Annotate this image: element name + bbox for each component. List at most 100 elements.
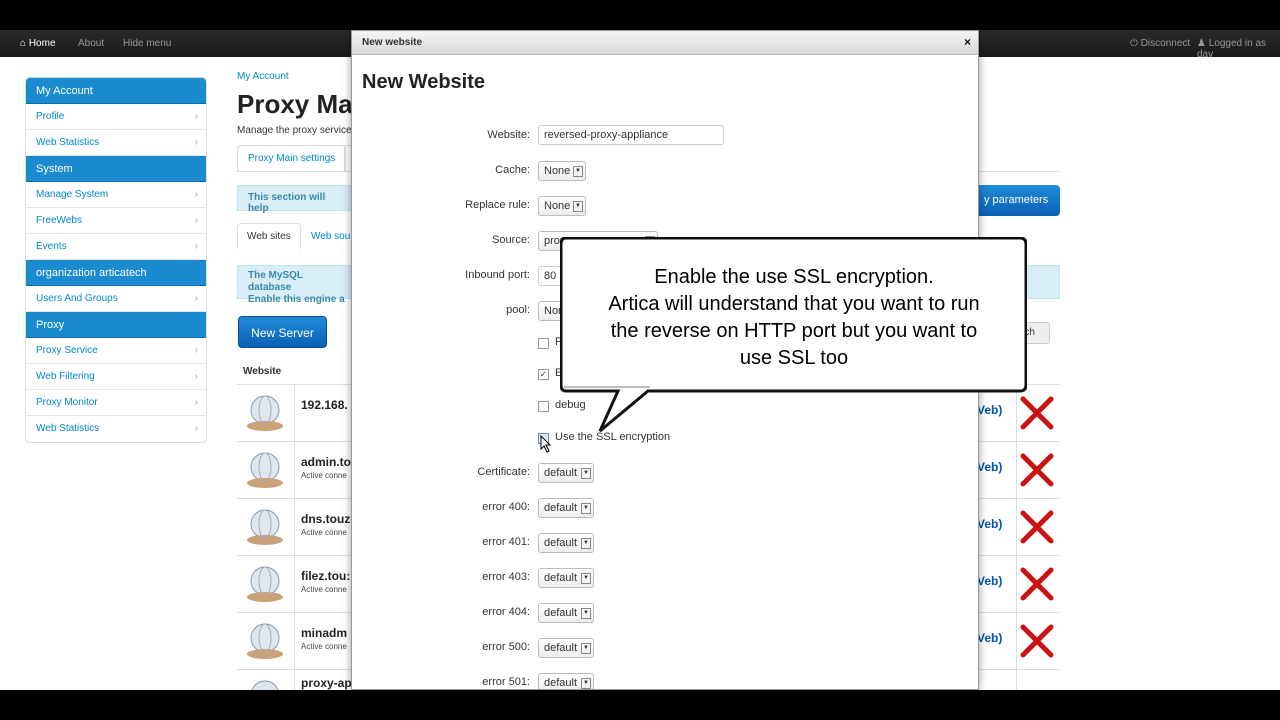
tab-proxy-main-settings[interactable]: Proxy Main settings [237,145,347,171]
page-subtitle: Manage the proxy service [237,125,352,136]
globe-server-icon [247,623,283,659]
error-401-label: error 401: [482,536,530,548]
globe-server-icon [247,452,283,488]
website-link[interactable]: Veb) [977,574,1002,588]
delete-icon[interactable] [1017,507,1057,547]
error-501-label: error 501: [482,676,530,688]
replace-rule-select[interactable]: None ▼ [538,196,586,216]
nav-about[interactable]: About [78,38,104,49]
info-box: This section will help [237,185,357,214]
website-link[interactable]: Veb) [977,517,1002,531]
sidebar-section-organization[interactable]: organization articatech [26,260,206,286]
chevron-right-icon: › [194,397,198,408]
website-link[interactable]: Veb) [977,631,1002,645]
error-403-label: error 403: [482,571,530,583]
globe-server-icon [247,395,283,431]
chevron-down-icon: ▼ [581,678,591,689]
website-label: Website: [487,129,530,141]
modal-header: New website × [352,31,978,55]
chevron-right-icon: › [194,215,198,226]
modal-header-title: New website [362,37,423,48]
error-403-select[interactable]: default ▼ [538,568,594,588]
website-name[interactable]: proxy-ap [301,676,352,690]
close-icon[interactable]: × [964,35,971,49]
cache-label: Cache: [495,164,530,176]
mysql-info-box: The MySQL database Enable this engine a [237,265,357,305]
error-400-select[interactable]: default ▼ [538,498,594,518]
sidebar-item-web-statistics[interactable]: Web Statistics › [26,130,206,156]
option-checkbox-2[interactable]: ✓ [538,369,549,380]
website-status: Active conne [301,642,347,651]
chevron-right-icon: › [194,345,198,356]
globe-server-icon [251,680,279,690]
chevron-down-icon: ▼ [581,643,591,654]
tab-web-sites[interactable]: Web sites [237,223,301,249]
error-500-select[interactable]: default ▼ [538,638,594,658]
power-icon: ⏻ [1130,38,1138,49]
sidebar-item-profile[interactable]: Profile › [26,104,206,130]
chevron-down-icon: ▼ [581,573,591,584]
sidebar-section-my-account[interactable]: My Account [26,78,206,104]
sidebar-section-proxy[interactable]: Proxy [26,312,206,338]
error-404-select[interactable]: default ▼ [538,603,594,623]
website-name[interactable]: minadm [301,626,347,640]
chevron-right-icon: › [194,137,198,148]
website-status: Active conne [301,585,347,594]
nav-disconnect[interactable]: ⏻ Disconnect [1130,38,1190,49]
chevron-down-icon: ▼ [573,166,583,177]
website-input[interactable]: reversed-proxy-appliance [538,125,724,145]
globe-server-icon [247,566,283,602]
sidebar-item-manage-system[interactable]: Manage System › [26,182,206,208]
sidebar-item-proxy-web-statistics[interactable]: Web Statistics › [26,416,206,442]
parameters-button[interactable]: y parameters [972,185,1060,216]
nav-hide-menu[interactable]: Hide menu [123,38,171,49]
website-link[interactable]: Veb) [977,460,1002,474]
error-501-select[interactable]: default ▼ [538,673,594,689]
chevron-down-icon: ▼ [581,503,591,514]
sidebar-item-proxy-service[interactable]: Proxy Service › [26,338,206,364]
chevron-right-icon: › [194,241,198,252]
certificate-label: Certificate: [477,466,530,478]
error-404-label: error 404: [482,606,530,618]
delete-icon[interactable] [1017,621,1057,661]
sidebar-item-users-and-groups[interactable]: Users And Groups › [26,286,206,312]
debug-checkbox[interactable] [538,401,549,412]
certificate-select[interactable]: default ▼ [538,463,594,483]
source-label: Source: [492,234,530,246]
chevron-right-icon: › [194,293,198,304]
delete-icon[interactable] [1017,564,1057,604]
error-401-select[interactable]: default ▼ [538,533,594,553]
new-server-button[interactable]: New Server [238,316,327,348]
chevron-right-icon: › [194,371,198,382]
sidebar-item-web-filtering[interactable]: Web Filtering › [26,364,206,390]
nav-home[interactable]: ⌂ Home [20,38,56,49]
tab-web-sources[interactable]: Web sou [311,231,350,242]
chevron-down-icon: ▼ [581,468,591,479]
error-500-label: error 500: [482,641,530,653]
website-name[interactable]: dns.touz [301,512,350,526]
sidebar: My Account Profile › Web Statistics › Syst… [25,77,207,443]
sidebar-item-proxy-monitor[interactable]: Proxy Monitor › [26,390,206,416]
mouse-cursor-icon [540,435,552,453]
home-icon: ⌂ [20,38,27,49]
website-name[interactable]: 192.168. [301,398,348,412]
pool-label: pool: [506,304,530,316]
sidebar-item-events[interactable]: Events › [26,234,206,260]
option-checkbox-1[interactable] [538,338,549,349]
user-icon: ♟ [1197,38,1206,49]
cache-select[interactable]: None ▼ [538,161,586,181]
breadcrumb[interactable]: My Account [237,71,289,82]
inbound-port-label: Inbound port: [465,269,530,281]
sidebar-section-system[interactable]: System [26,156,206,182]
modal-title: New Website [362,71,485,93]
website-name[interactable]: admin.to [301,455,351,469]
sidebar-item-freewebs[interactable]: FreeWebs › [26,208,206,234]
chevron-right-icon: › [194,189,198,200]
error-400-label: error 400: [482,501,530,513]
chevron-right-icon: › [194,111,198,122]
callout-text: Enable the use SSL encryption. Artica wi… [608,266,980,369]
website-status: Active conne [301,471,347,480]
chevron-down-icon: ▼ [581,608,591,619]
page-title: Proxy Ma [237,89,353,119]
website-name[interactable]: filez.tou: [301,569,350,583]
